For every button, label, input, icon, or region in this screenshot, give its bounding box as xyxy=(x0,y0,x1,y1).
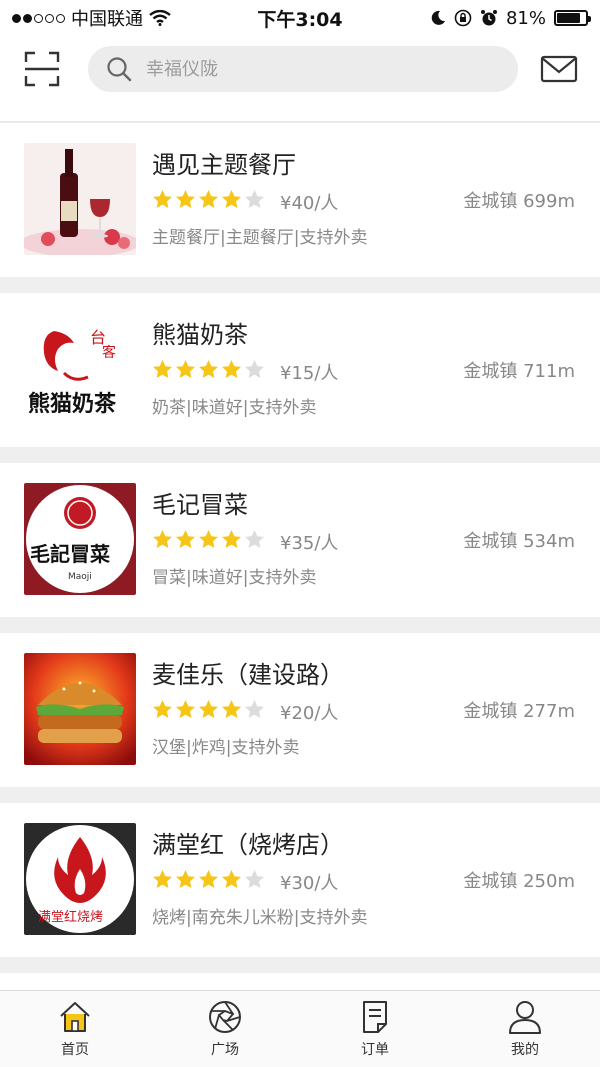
distance: 金城镇 534m xyxy=(463,531,575,552)
star-icon xyxy=(245,190,264,208)
star-icon xyxy=(176,190,195,208)
rating-stars xyxy=(152,529,265,550)
order-doc-icon xyxy=(363,1001,387,1033)
restaurant-card[interactable]: 毛記冒菜 Maoji 毛记冒菜 ¥35/人 金城镇 534m 冒菜|味道好|支持… xyxy=(0,463,600,617)
maoji-logo-icon: 毛記冒菜 Maoji xyxy=(24,483,136,595)
milk-tea-logo-icon: 台 客 熊猫奶茶 xyxy=(24,313,136,425)
star-icon xyxy=(153,530,172,548)
burger-icon xyxy=(24,653,136,765)
price-per-person: ¥20/人 xyxy=(280,703,339,724)
wine-bottle-icon xyxy=(24,143,136,255)
rating-stars xyxy=(152,699,265,720)
tab-label: 我的 xyxy=(511,1042,539,1058)
tab-plaza[interactable]: 广场 xyxy=(150,991,300,1067)
star-icon xyxy=(176,360,195,378)
svg-text:Maoji: Maoji xyxy=(68,572,92,582)
restaurant-tags: 烧烤|南充朱儿米粉|支持外卖 xyxy=(152,908,368,928)
star-icon xyxy=(199,870,218,888)
restaurant-list: 遇见主题餐厅 ¥40/人 金城镇 699m 主题餐厅|主题餐厅|支持外卖 台 客… xyxy=(0,102,600,990)
home-icon xyxy=(60,1002,90,1032)
search-box[interactable] xyxy=(88,46,518,92)
star-icon xyxy=(199,360,218,378)
tab-orders[interactable]: 订单 xyxy=(300,991,450,1067)
battery-percent: 81% xyxy=(505,7,546,29)
star-icon xyxy=(176,530,195,548)
star-icon xyxy=(199,530,218,548)
distance: 金城镇 699m xyxy=(463,191,575,212)
svg-text:客: 客 xyxy=(102,344,116,361)
restaurant-card[interactable]: 台 客 熊猫奶茶 熊猫奶茶 ¥15/人 金城镇 711m 奶茶|味道好|支持外卖 xyxy=(0,293,600,447)
price-per-person: ¥40/人 xyxy=(280,193,339,214)
svg-text:熊猫奶茶: 熊猫奶茶 xyxy=(28,391,117,417)
battery-icon xyxy=(554,10,591,26)
star-icon xyxy=(245,360,264,378)
restaurant-name: 满堂红（烧烤店） xyxy=(152,831,344,859)
svg-text:毛記冒菜: 毛記冒菜 xyxy=(30,542,110,566)
distance: 金城镇 711m xyxy=(463,361,575,382)
status-bar: 中国联通 下午3:04 81% xyxy=(0,0,600,36)
star-icon xyxy=(222,870,241,888)
star-icon xyxy=(245,870,264,888)
carrier-label: 中国联通 xyxy=(71,9,143,30)
restaurant-name: 熊猫奶茶 xyxy=(152,321,248,349)
signal-strength-icon xyxy=(12,13,65,23)
star-icon xyxy=(176,700,195,718)
price-per-person: ¥30/人 xyxy=(280,873,339,894)
restaurant-tags: 奶茶|味道好|支持外卖 xyxy=(152,398,317,418)
rotation-lock-icon xyxy=(454,9,472,27)
star-icon xyxy=(245,700,264,718)
moon-icon xyxy=(431,10,445,25)
restaurant-name: 毛记冒菜 xyxy=(152,491,248,519)
restaurant-tags: 汉堡|炸鸡|支持外卖 xyxy=(152,738,300,758)
tab-label: 首页 xyxy=(61,1042,89,1058)
rating-stars xyxy=(152,869,265,890)
star-icon xyxy=(176,870,195,888)
scan-icon[interactable] xyxy=(22,49,62,89)
status-time: 下午3:04 xyxy=(257,8,343,31)
restaurant-card[interactable]: 满堂红烧烤 满堂红（烧烤店） ¥30/人 金城镇 250m 烧烤|南充朱儿米粉|… xyxy=(0,803,600,957)
tab-profile[interactable]: 我的 xyxy=(450,991,600,1067)
restaurant-name: 麦佳乐（建设路） xyxy=(152,661,344,689)
restaurant-card-partial[interactable] xyxy=(0,973,600,990)
star-icon xyxy=(245,530,264,548)
rating-stars xyxy=(152,189,265,210)
distance: 金城镇 250m xyxy=(463,871,575,892)
star-icon xyxy=(153,700,172,718)
status-right: 81% xyxy=(388,7,591,29)
user-icon xyxy=(509,1001,541,1034)
restaurant-name: 遇见主题餐厅 xyxy=(152,151,296,179)
star-icon xyxy=(222,700,241,718)
price-per-person: ¥35/人 xyxy=(280,533,339,554)
star-icon xyxy=(199,190,218,208)
svg-text:满堂红烧烤: 满堂红烧烤 xyxy=(38,909,103,925)
tab-label: 订单 xyxy=(361,1042,389,1058)
restaurant-tags: 冒菜|味道好|支持外卖 xyxy=(152,568,317,588)
tab-label: 广场 xyxy=(211,1042,239,1058)
search-icon xyxy=(107,57,132,82)
tab-bar: 首页 广场 订单 我的 xyxy=(0,990,600,1067)
star-icon xyxy=(199,700,218,718)
star-icon xyxy=(222,360,241,378)
aperture-icon xyxy=(209,1001,241,1033)
header xyxy=(0,36,600,102)
star-icon xyxy=(222,530,241,548)
rating-stars xyxy=(152,359,265,380)
mail-icon[interactable] xyxy=(540,54,578,84)
distance: 金城镇 277m xyxy=(463,701,575,722)
star-icon xyxy=(153,870,172,888)
alarm-icon xyxy=(480,10,497,26)
flame-logo-icon: 满堂红烧烤 xyxy=(24,823,136,935)
restaurant-card[interactable]: 麦佳乐（建设路） ¥20/人 金城镇 277m 汉堡|炸鸡|支持外卖 xyxy=(0,633,600,787)
wifi-icon xyxy=(149,10,171,26)
star-icon xyxy=(153,190,172,208)
status-left: 中国联通 xyxy=(12,5,212,31)
tab-home[interactable]: 首页 xyxy=(0,991,150,1067)
search-input[interactable] xyxy=(146,58,500,80)
restaurant-card[interactable]: 遇见主题餐厅 ¥40/人 金城镇 699m 主题餐厅|主题餐厅|支持外卖 xyxy=(0,123,600,277)
price-per-person: ¥15/人 xyxy=(280,363,339,384)
star-icon xyxy=(153,360,172,378)
restaurant-tags: 主题餐厅|主题餐厅|支持外卖 xyxy=(152,228,368,248)
previous-card-edge xyxy=(0,102,600,122)
star-icon xyxy=(222,190,241,208)
